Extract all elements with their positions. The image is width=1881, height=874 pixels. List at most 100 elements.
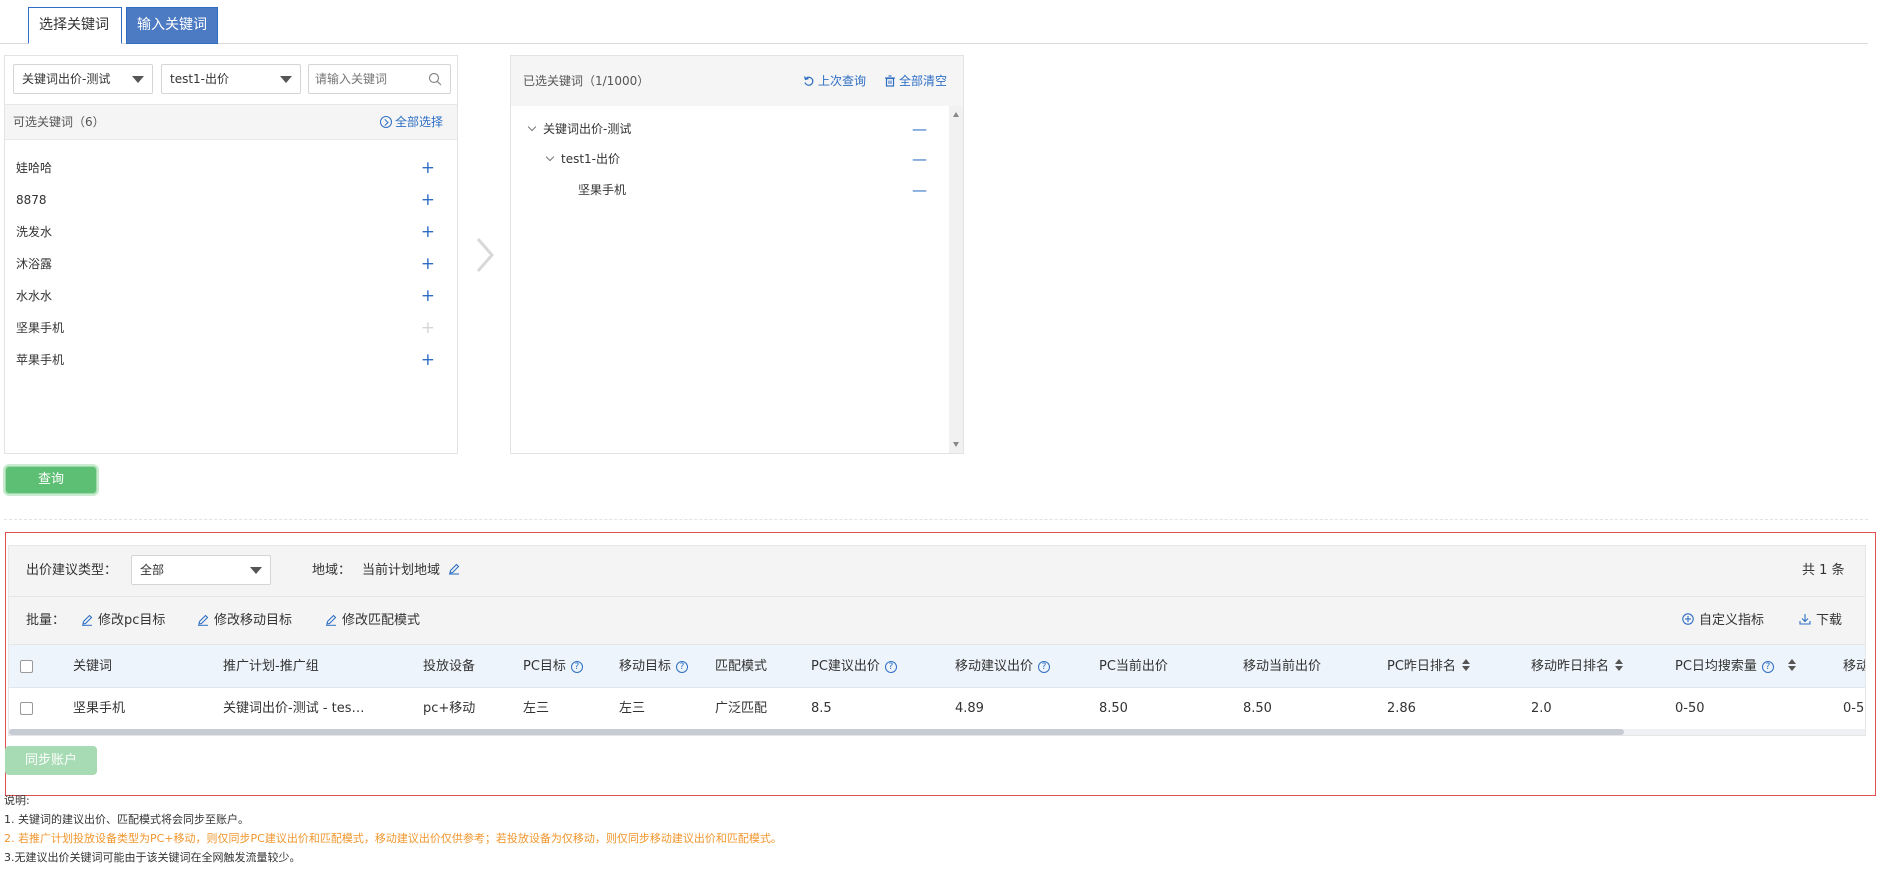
last-query-label: 上次查询 — [818, 74, 867, 88]
tree-node-label: test1-出价 — [561, 152, 621, 166]
download-button[interactable]: 下载 — [1799, 597, 1842, 644]
add-icon[interactable]: + — [421, 248, 435, 280]
keyword-text: 坚果手机 — [16, 321, 65, 335]
notes: 说明: 1. 关键词的建议出价、匹配模式将会同步至账户。 2. 若推广计划投放设… — [4, 791, 1204, 867]
list-item: 水水水 + — [5, 280, 457, 312]
horizontal-scrollbar-thumb[interactable] — [9, 729, 1624, 735]
selected-keywords-count: 已选关键词（1/1000） — [523, 74, 650, 88]
tree-node-label: 坚果手机 — [578, 183, 627, 197]
cell-keyword: 坚果手机 — [73, 701, 126, 716]
list-item: 8878 + — [5, 184, 457, 216]
chevron-right-icon — [476, 238, 494, 272]
clear-all-button[interactable]: 全部清空 — [884, 56, 947, 106]
group-select[interactable]: test1-出价 — [161, 64, 301, 94]
edit-mobile-target-button[interactable]: 修改移动目标 — [197, 597, 292, 644]
column-header-label: PC目标 — [523, 659, 566, 674]
keyword-search-box[interactable] — [308, 64, 451, 94]
horizontal-scrollbar[interactable] — [9, 729, 1865, 735]
selected-keywords-header: 已选关键词（1/1000） 上次查询 全部清空 — [511, 56, 963, 106]
select-all-label: 全部选择 — [394, 115, 443, 129]
plan-select[interactable]: 关键词出价-测试 — [13, 64, 153, 94]
column-header-mobile-daily-search: 移动 — [1843, 659, 1865, 674]
cell-pc-target[interactable]: 左三 — [523, 688, 549, 730]
query-button[interactable]: 查询 — [5, 466, 97, 494]
keyword-text: 娃哈哈 — [16, 161, 53, 175]
remove-icon[interactable]: — — [912, 144, 927, 174]
plus-circle-icon — [1682, 613, 1694, 625]
column-header-pc-yesterday-rank[interactable]: PC昨日排名 — [1387, 645, 1470, 688]
cell-match-mode[interactable]: 广泛匹配 — [715, 688, 767, 730]
pencil-icon — [82, 614, 93, 626]
scroll-up-icon[interactable] — [953, 112, 959, 117]
column-header-label: 移动目标 — [619, 659, 672, 674]
region-value[interactable]: 当前计划地域 — [362, 546, 460, 596]
scroll-down-icon[interactable] — [953, 442, 959, 447]
sort-icon[interactable] — [1461, 659, 1470, 671]
select-all-button[interactable]: 全部选择 — [379, 105, 443, 139]
sort-icon[interactable] — [1787, 659, 1796, 671]
remove-icon[interactable]: — — [912, 175, 927, 205]
cell-pc-suggested-bid: 8.5 — [811, 701, 832, 716]
notes-line-3: 3.无建议出价关键词可能由于该关键词在全网触发流量较少。 — [4, 851, 301, 864]
region-value-text: 当前计划地域 — [362, 563, 441, 578]
chevron-down-icon[interactable] — [545, 152, 555, 162]
list-item: 坚果手机 + — [5, 312, 457, 344]
help-icon[interactable]: ? — [1038, 661, 1051, 673]
column-header-plan-group: 推广计划-推广组 — [223, 659, 319, 674]
edit-pc-target-button[interactable]: 修改pc目标 — [81, 597, 165, 644]
add-icon[interactable]: + — [421, 216, 435, 248]
add-icon[interactable]: + — [421, 184, 435, 216]
keyword-search-input[interactable] — [315, 65, 425, 93]
tab-input-keywords[interactable]: 输入关键词 — [126, 7, 218, 44]
selected-keywords-panel: 已选关键词（1/1000） 上次查询 全部清空 关键词出价-测试 — test1… — [510, 55, 964, 454]
column-header-match-mode: 匹配模式 — [715, 659, 768, 674]
table-header: 关键词 推广计划-推广组 投放设备 PC目标? 移动目标? 匹配模式 PC建议出… — [9, 645, 1865, 688]
edit-match-mode-button[interactable]: 修改匹配模式 — [325, 597, 420, 644]
select-all-checkbox[interactable] — [20, 660, 33, 673]
chevron-down-icon — [250, 567, 262, 574]
cell-pc-yesterday-rank: 2.86 — [1387, 701, 1416, 716]
tree-node-label: 关键词出价-测试 — [543, 122, 632, 136]
tab-select-keywords[interactable]: 选择关键词 — [28, 7, 122, 44]
list-item: 苹果手机 + — [5, 344, 457, 376]
custom-metrics-button[interactable]: 自定义指标 — [1682, 597, 1764, 644]
row-checkbox[interactable] — [20, 702, 33, 715]
edit-pc-target-label: 修改pc目标 — [98, 613, 166, 628]
remove-icon[interactable]: — — [912, 114, 927, 144]
column-header-mobile-target: 移动目标? — [619, 645, 689, 688]
keyword-text: 水水水 — [16, 289, 53, 303]
sync-account-button[interactable]: 同步账户 — [5, 746, 97, 775]
download-label: 下载 — [1816, 613, 1843, 628]
list-item: 娃哈哈 + — [5, 152, 457, 184]
chevron-down-icon[interactable] — [527, 122, 537, 132]
search-icon[interactable] — [428, 72, 442, 86]
notes-title: 说明: — [4, 794, 30, 807]
vertical-scrollbar[interactable] — [949, 106, 963, 453]
tree-node-plan[interactable]: 关键词出价-测试 — [527, 114, 949, 144]
add-icon[interactable]: + — [421, 344, 435, 376]
edit-mobile-target-label: 修改移动目标 — [214, 613, 293, 628]
filter-bar: 出价建议类型： 全部 地域： 当前计划地域 共 1 条 — [8, 545, 1866, 597]
cell-mobile-target[interactable]: 左三 — [619, 688, 645, 730]
group-select-value: test1-出价 — [170, 72, 230, 86]
custom-metrics-label: 自定义指标 — [1699, 613, 1765, 628]
add-icon[interactable]: + — [421, 280, 435, 312]
batch-toolbar: 批量： 修改pc目标 修改移动目标 修改匹配模式 自定义指标 下载 — [8, 597, 1866, 644]
clear-all-label: 全部清空 — [899, 74, 948, 88]
tree-node-group[interactable]: test1-出价 — [545, 144, 947, 174]
notes-line-2: 2. 若推广计划投放设备类型为PC+移动，则仅同步PC建议出价和匹配模式，移动建… — [4, 832, 782, 845]
column-header-mobile-yesterday-rank[interactable]: 移动昨日排名 — [1531, 645, 1624, 688]
keyword-text: 8878 — [16, 193, 47, 207]
last-query-button[interactable]: 上次查询 — [803, 56, 866, 106]
edit-icon[interactable] — [448, 563, 460, 575]
cell-device: pc+移动 — [423, 701, 476, 716]
add-icon[interactable]: + — [421, 152, 435, 184]
help-icon[interactable]: ? — [884, 661, 897, 673]
sort-icon[interactable] — [1615, 659, 1624, 671]
help-icon[interactable]: ? — [570, 661, 583, 673]
bid-type-select[interactable]: 全部 — [131, 555, 271, 585]
help-icon[interactable]: ? — [676, 661, 689, 673]
help-icon[interactable]: ? — [1761, 661, 1774, 673]
column-header-pc-daily-search[interactable]: PC日均搜索量? — [1675, 645, 1796, 688]
tree-node-keyword: 坚果手机 — [578, 175, 938, 205]
